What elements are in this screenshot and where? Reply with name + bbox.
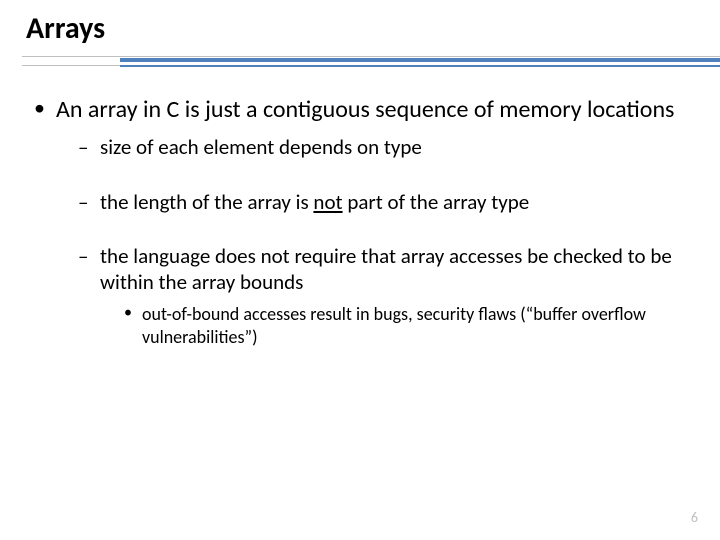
subbullet-bounds: the language does not require that array… bbox=[78, 243, 682, 349]
subbullet-length-text-a: the length of the array is bbox=[100, 189, 313, 215]
title-rule bbox=[0, 56, 720, 74]
bullet-main-text: An array in C is just a contiguous seque… bbox=[56, 95, 674, 124]
subbullet-length: the length of the array is not part of t… bbox=[78, 189, 682, 215]
slide-body: An array in C is just a contiguous seque… bbox=[30, 95, 682, 348]
page-number: 6 bbox=[691, 509, 698, 526]
subbullet-length-text-b: part of the array type bbox=[343, 189, 530, 215]
subbullet-size: size of each element depends on type bbox=[78, 134, 682, 160]
subsubbullet-overflow-text: out-of-bound accesses result in bugs, se… bbox=[142, 303, 646, 348]
subbullet-size-text: size of each element depends on type bbox=[100, 134, 422, 160]
slide: Arrays An array in C is just a contiguou… bbox=[0, 0, 720, 540]
subbullet-length-not: not bbox=[313, 189, 342, 215]
bullet-main: An array in C is just a contiguous seque… bbox=[30, 95, 682, 348]
slide-title: Arrays bbox=[26, 10, 105, 47]
subsubbullet-overflow: out-of-bound accesses result in bugs, se… bbox=[124, 303, 682, 348]
subbullet-bounds-text: the language does not require that array… bbox=[100, 243, 672, 295]
